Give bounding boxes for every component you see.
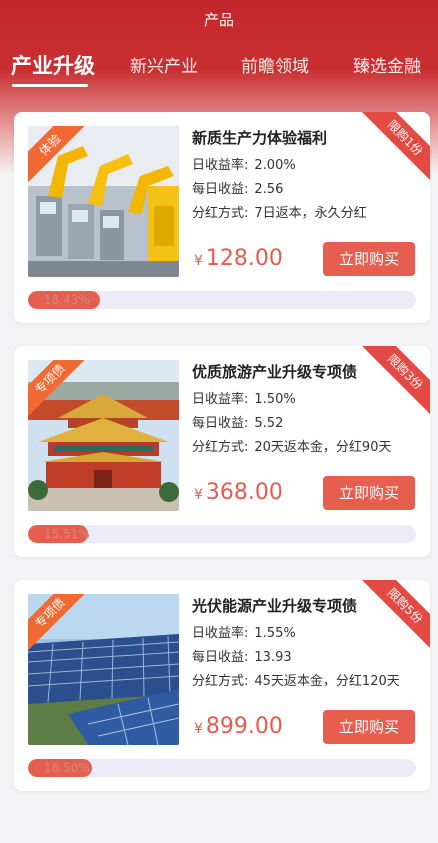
price-amount: 899.00 (205, 714, 283, 739)
purchase-limit-ribbon: 限购1份 (357, 112, 430, 186)
active-tab-indicator (12, 84, 88, 87)
dividend-label: 分红方式: (192, 440, 249, 455)
product-name: 优质旅游产业升级专项债 (192, 363, 358, 381)
daily-income-label: 每日收益: (192, 182, 249, 197)
daily-income-row: 每日收益: 5.52 (192, 412, 289, 431)
purchase-limit-ribbon: 限购3份 (357, 346, 430, 420)
dividend-row: 分红方式: 45天返本金，分红120天 (192, 670, 406, 689)
tab-emerging-industry[interactable]: 新兴产业 (130, 52, 198, 77)
dividend-row: 分红方式: 20天返本金，分红90天 (192, 436, 397, 455)
daily-rate-row: 日收益率: 1.50% (192, 388, 302, 407)
daily-rate-row: 日收益率: 1.55% (192, 622, 302, 641)
buy-now-button[interactable]: 立即购买 (323, 710, 415, 744)
product-image: 体验 (28, 126, 179, 277)
purchase-limit-ribbon: 限购5份 (357, 580, 430, 654)
dividend-row: 分红方式: 7日返本，永久分红 (192, 202, 373, 221)
sales-progress-bar: 15.51% (28, 525, 416, 543)
sales-progress-bar: 16.50% (28, 759, 416, 777)
product-card[interactable]: 专项债 限购5份 光伏能源产业升级专项债 日收益率: 1.55% 每日收益: 13.… (14, 580, 430, 791)
daily-income-label: 每日收益: (192, 416, 249, 431)
dividend-value: 45天返本金，分红120天 (254, 674, 400, 689)
daily-rate-row: 日收益率: 2.00% (192, 154, 302, 173)
product-image: 专项债 (28, 360, 179, 511)
daily-income-value: 5.52 (254, 416, 284, 431)
tab-industry-upgrade[interactable]: 产业升级 (11, 50, 95, 80)
daily-income-value: 13.93 (254, 650, 292, 665)
buy-now-button[interactable]: 立即购买 (323, 476, 415, 510)
daily-income-row: 每日收益: 2.56 (192, 178, 289, 197)
product-price: ¥899.00 (194, 714, 283, 739)
currency-symbol: ¥ (194, 487, 203, 503)
product-card[interactable]: 体验 限购1份 新质生产力体验福利 日收益率: 2.00% 每日收益: 2.56 分… (14, 112, 430, 323)
daily-rate-label: 日收益率: (192, 392, 249, 407)
product-name: 新质生产力体验福利 (192, 129, 328, 147)
product-name: 光伏能源产业升级专项债 (192, 597, 358, 615)
currency-symbol: ¥ (194, 253, 203, 269)
sales-progress-bar: 18.43% (28, 291, 416, 309)
product-image: 专项债 (28, 594, 179, 745)
daily-income-value: 2.56 (254, 182, 284, 197)
daily-rate-label: 日收益率: (192, 626, 249, 641)
buy-now-button[interactable]: 立即购买 (323, 242, 415, 276)
progress-text: 18.43% (44, 293, 90, 307)
daily-rate-label: 日收益率: (192, 158, 249, 173)
page-title: 产品 (203, 11, 234, 29)
product-price: ¥368.00 (194, 480, 283, 505)
dividend-label: 分红方式: (192, 206, 249, 221)
daily-rate-value: 2.00% (254, 158, 296, 173)
daily-income-label: 每日收益: (192, 650, 249, 665)
currency-symbol: ¥ (194, 721, 203, 737)
price-amount: 368.00 (205, 480, 283, 505)
product-card[interactable]: 专项债 限购3份 优质旅游产业升级专项债 日收益率: 1.50% 每日收益: 5.5… (14, 346, 430, 557)
progress-text: 15.51% (44, 527, 90, 541)
category-tabs: 产业升级 新兴产业 前瞻领域 臻选金融 (0, 52, 438, 92)
daily-rate-value: 1.55% (254, 626, 296, 641)
tab-forward-looking[interactable]: 前瞻领域 (241, 52, 309, 77)
tab-selected-finance[interactable]: 臻选金融 (353, 52, 421, 77)
dividend-label: 分红方式: (192, 674, 249, 689)
dividend-value: 7日返本，永久分红 (254, 206, 367, 221)
product-price: ¥128.00 (194, 246, 283, 271)
price-amount: 128.00 (205, 246, 283, 271)
daily-income-row: 每日收益: 13.93 (192, 646, 298, 665)
progress-text: 16.50% (44, 761, 90, 775)
dividend-value: 20天返本金，分红90天 (254, 440, 392, 455)
daily-rate-value: 1.50% (254, 392, 296, 407)
